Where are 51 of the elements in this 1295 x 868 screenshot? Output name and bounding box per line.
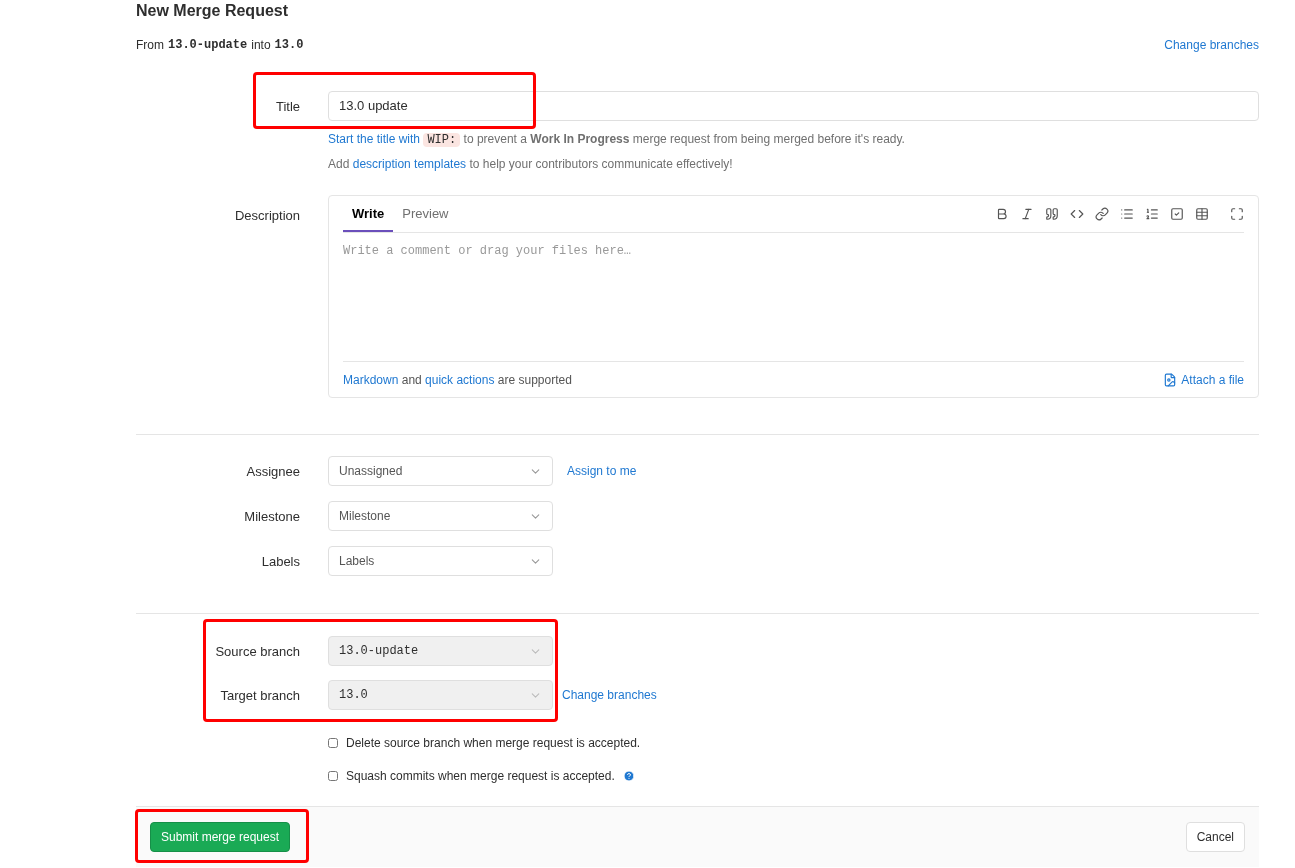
comment-textarea[interactable]: Write a comment or drag your files here…	[343, 233, 1244, 361]
bold-icon[interactable]	[995, 207, 1009, 221]
code-icon[interactable]	[1070, 207, 1084, 221]
link-icon[interactable]	[1095, 207, 1109, 221]
markdown-hint: Markdown and quick actions are supported	[343, 371, 572, 389]
branch-dropdown[interactable]: 13.0-update	[328, 636, 553, 666]
bullet-list-icon[interactable]	[1120, 207, 1134, 221]
quote-icon[interactable]	[1045, 207, 1059, 221]
image-file-icon	[1163, 372, 1178, 387]
field-label: Description	[234, 208, 300, 223]
checkbox-icon[interactable]	[1170, 207, 1184, 221]
description-editor[interactable]: Write Preview Write a comment or drag your files here… Markdown and quick actions are supported Attach a file	[328, 195, 1259, 398]
table-icon[interactable]	[1195, 207, 1209, 221]
option-checkbox[interactable]	[328, 737, 338, 748]
dropdown[interactable]: Unassigned	[328, 456, 553, 486]
field-label: Assignee	[246, 464, 300, 479]
description-templates-link[interactable]: description templates	[352, 157, 467, 171]
branch-name: 13.0	[274, 37, 304, 54]
dropdown[interactable]: Milestone	[328, 501, 553, 531]
title-input[interactable]: 13.0 update	[328, 91, 1259, 121]
quick-actions-link[interactable]: quick actions	[425, 372, 495, 387]
wip-hint-link[interactable]: Start the title with	[328, 132, 421, 146]
wip-hint: Start the title with WIP: to prevent a Work In Progress merge request from being merged before it's ready.	[328, 131, 906, 149]
field-label: Source branch	[215, 644, 300, 659]
change-branches-link[interactable]: Change branches	[1164, 36, 1259, 54]
assign-to-me-link[interactable]: Assign to me	[567, 462, 637, 480]
attach-file-link[interactable]: Attach a file	[1163, 370, 1244, 389]
field-label: Title	[275, 99, 300, 114]
page-heading: New Merge Request	[136, 1, 289, 21]
editor-tab[interactable]: Preview	[393, 203, 458, 232]
field-label: Milestone	[244, 509, 300, 524]
field-label: Target branch	[220, 688, 300, 703]
submit-button[interactable]: Submit merge request	[150, 822, 291, 852]
into-text: into	[251, 37, 271, 54]
from-text: From	[136, 37, 164, 54]
option-label: Squash commits when merge request is accepted.	[346, 767, 615, 785]
branch-dropdown[interactable]: 13.0	[328, 680, 553, 710]
numbered-list-icon[interactable]	[1145, 207, 1159, 221]
option-checkbox[interactable]	[328, 770, 338, 781]
help-icon[interactable]	[622, 769, 635, 782]
markdown-link[interactable]: Markdown	[343, 372, 399, 387]
branch-name: 13.0-update	[168, 37, 248, 54]
editor-tab[interactable]: Write	[343, 203, 394, 232]
change-branches-link[interactable]: Change branches	[562, 686, 657, 704]
templates-hint: Add description templates to help your contributors communicate effectively!	[328, 156, 734, 173]
fullscreen-icon[interactable]	[1230, 207, 1244, 221]
italic-icon[interactable]	[1020, 207, 1034, 221]
option-label: Delete source branch when merge request is accepted.	[346, 734, 641, 752]
dropdown[interactable]: Labels	[328, 546, 553, 576]
field-label: Labels	[261, 554, 300, 569]
cancel-button[interactable]: Cancel	[1185, 822, 1245, 852]
